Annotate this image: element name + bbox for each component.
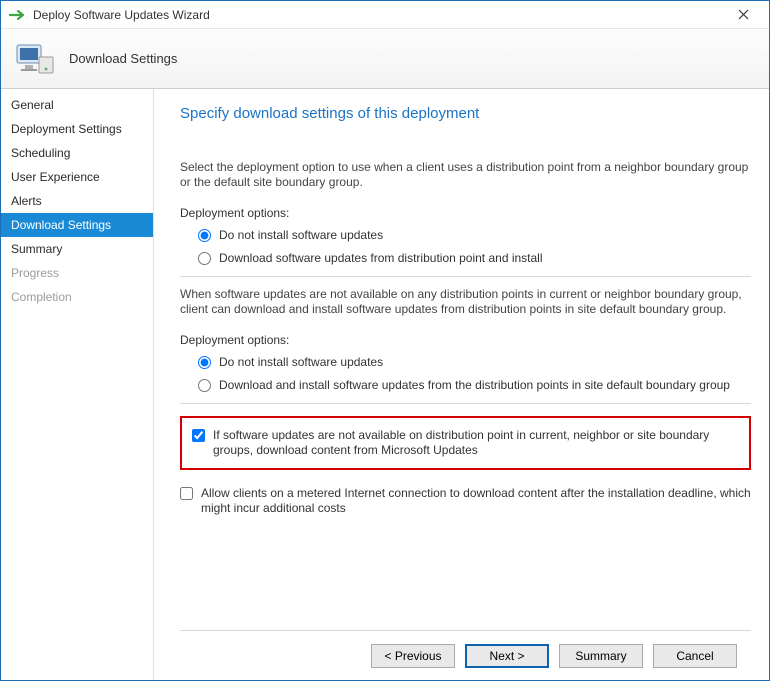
- wizard-header: Download Settings: [1, 29, 769, 89]
- section1-radio2[interactable]: [198, 252, 211, 265]
- nav-general[interactable]: General: [1, 93, 153, 117]
- section2-option2[interactable]: Download and install software updates fr…: [198, 378, 751, 393]
- section1-option1-label: Do not install software updates: [219, 228, 383, 243]
- section2-option1-label: Do not install software updates: [219, 355, 383, 370]
- wizard-sidebar: General Deployment Settings Scheduling U…: [1, 89, 153, 680]
- page-title: Download Settings: [69, 51, 177, 66]
- previous-button[interactable]: < Previous: [371, 644, 455, 668]
- section1-option2[interactable]: Download software updates from distribut…: [198, 251, 751, 266]
- titlebar: Deploy Software Updates Wizard: [1, 1, 769, 29]
- nav-scheduling[interactable]: Scheduling: [1, 141, 153, 165]
- nav-alerts[interactable]: Alerts: [1, 189, 153, 213]
- section1-radio1[interactable]: [198, 229, 211, 242]
- section2-label: Deployment options:: [180, 333, 751, 347]
- section1-option1[interactable]: Do not install software updates: [198, 228, 751, 243]
- wizard-arrow-icon: [9, 8, 27, 22]
- section2-radio1[interactable]: [198, 356, 211, 369]
- section2-radio2[interactable]: [198, 379, 211, 392]
- wizard-window: Deploy Software Updates Wizard Download …: [0, 0, 770, 681]
- computer-icon: [13, 37, 57, 81]
- nav-summary[interactable]: Summary: [1, 237, 153, 261]
- summary-button[interactable]: Summary: [559, 644, 643, 668]
- next-button[interactable]: Next >: [465, 644, 549, 668]
- metered-connection-row[interactable]: Allow clients on a metered Internet conn…: [180, 486, 751, 516]
- metered-connection-label: Allow clients on a metered Internet conn…: [201, 486, 751, 516]
- wizard-body: General Deployment Settings Scheduling U…: [1, 89, 769, 680]
- main-heading: Specify download settings of this deploy…: [180, 105, 751, 122]
- section2-option1[interactable]: Do not install software updates: [198, 355, 751, 370]
- nav-download-settings[interactable]: Download Settings: [1, 213, 153, 237]
- window-title: Deploy Software Updates Wizard: [33, 8, 723, 22]
- section2-option2-label: Download and install software updates fr…: [219, 378, 730, 393]
- separator-2: [180, 403, 751, 404]
- cancel-button[interactable]: Cancel: [653, 644, 737, 668]
- metered-connection-checkbox[interactable]: [180, 487, 193, 500]
- section1-description: Select the deployment option to use when…: [180, 160, 751, 190]
- fallback-ms-updates-row[interactable]: If software updates are not available on…: [180, 416, 751, 470]
- wizard-footer: < Previous Next > Summary Cancel: [180, 630, 751, 680]
- fallback-ms-updates-label: If software updates are not available on…: [213, 428, 739, 458]
- nav-completion: Completion: [1, 285, 153, 309]
- section1-option2-label: Download software updates from distribut…: [219, 251, 543, 266]
- close-icon: [738, 9, 749, 20]
- fallback-ms-updates-checkbox[interactable]: [192, 429, 205, 442]
- section1-label: Deployment options:: [180, 206, 751, 220]
- main-panel: Specify download settings of this deploy…: [153, 89, 769, 680]
- section2-description: When software updates are not available …: [180, 287, 751, 317]
- separator-1: [180, 276, 751, 277]
- nav-progress: Progress: [1, 261, 153, 285]
- nav-deployment-settings[interactable]: Deployment Settings: [1, 117, 153, 141]
- close-button[interactable]: [723, 5, 763, 25]
- nav-user-experience[interactable]: User Experience: [1, 165, 153, 189]
